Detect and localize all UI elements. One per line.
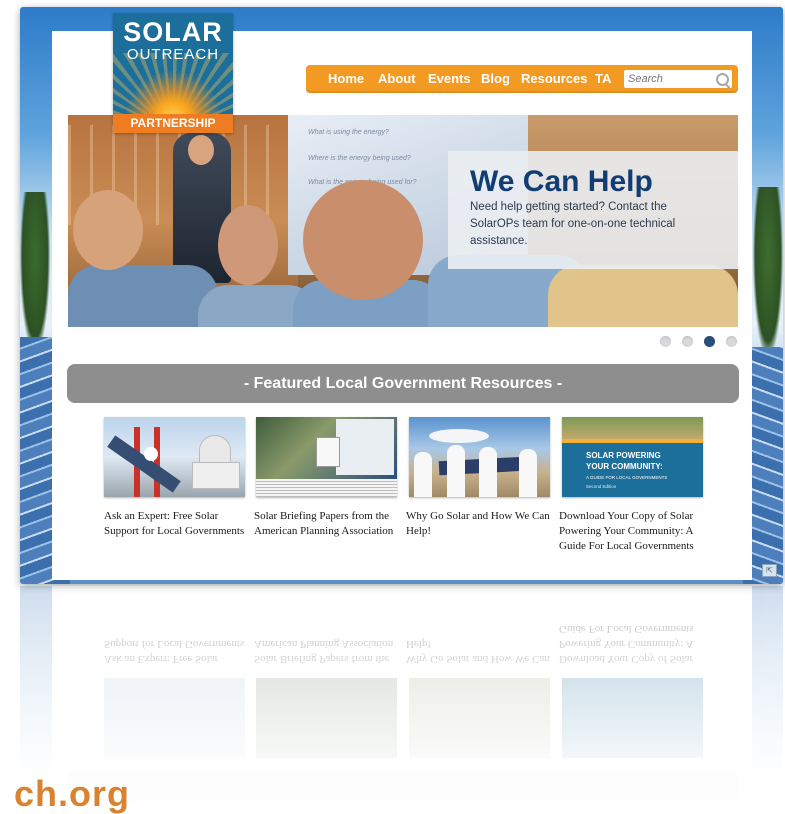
card-title-briefing-papers[interactable]: Solar Briefing Papers from the American … (254, 509, 404, 539)
cover-subtitle: A GUIDE FOR LOCAL GOVERNMENTS (586, 475, 668, 480)
document-text-lines (256, 481, 397, 497)
cover-title-2: YOUR COMMUNITY: (586, 462, 663, 471)
student-figure (414, 452, 432, 497)
document-preview (336, 419, 394, 475)
reflection-fade (20, 586, 783, 801)
slide-bullet-2: Where is the energy being used? (308, 155, 411, 162)
student-figure (519, 449, 537, 497)
student-figure (479, 447, 497, 497)
audience-head (303, 180, 423, 300)
hero-slide[interactable]: What is using the energy? Where is the e… (68, 115, 738, 327)
solar-panel-icon (107, 435, 181, 493)
audience-figure (548, 265, 738, 327)
search-input[interactable] (628, 71, 710, 87)
main-nav: Home About Events Blog Resources TA (306, 65, 738, 93)
logo-text-solar: SOLAR (123, 17, 223, 47)
search-icon[interactable] (716, 73, 729, 86)
hero-body: Need help getting started? Contact the S… (470, 201, 676, 247)
ladder-rail-icon (154, 427, 160, 497)
cover-photo-strip (562, 417, 703, 439)
logo-text-partnership: PARTNERSHIP (113, 114, 233, 133)
featured-resources-heading: - Featured Local Government Resources - (67, 364, 739, 403)
audience-head (218, 205, 278, 285)
nav-ta[interactable]: TA (595, 65, 611, 93)
page-reflection: Ask an Expert: Free Solar Support for Lo… (20, 586, 783, 801)
document-page-icon (316, 437, 340, 467)
card-title-ask-expert[interactable]: Ask an Expert: Free Solar Support for Lo… (104, 509, 254, 539)
card-image-why-go-solar[interactable] (409, 417, 550, 497)
card-image-briefing-papers[interactable] (256, 417, 397, 497)
card-image-ask-expert[interactable] (104, 417, 245, 497)
nav-about[interactable]: About (378, 65, 416, 93)
cover-edition: Second Edition (586, 484, 617, 489)
slider-dot-3[interactable] (704, 336, 715, 347)
cover-title-1: SOLAR POWERING (586, 451, 661, 460)
cloud-icon (429, 429, 489, 443)
search-box (624, 70, 732, 88)
presenter-head (188, 135, 214, 165)
audience-figure (68, 265, 218, 327)
background-trees-right (753, 187, 783, 357)
site-logo[interactable]: SOLAR OUTREACH PARTNERSHIP (113, 13, 233, 133)
logo-text-outreach: OUTREACH (126, 46, 220, 63)
background-trees-left (20, 192, 50, 352)
nav-events[interactable]: Events (428, 65, 471, 93)
student-figure (447, 445, 465, 497)
hero-callout: We Can Help Need help getting started? C… (448, 151, 738, 269)
slider-dot-1[interactable] (660, 336, 671, 347)
nav-resources[interactable]: Resources (521, 65, 587, 93)
window-resize-icon[interactable]: ⇱ (762, 564, 777, 577)
slide-bullet-1: What is using the energy? (308, 129, 389, 136)
url-fragment-text: ch.org (14, 773, 131, 814)
card-title-why-go-solar[interactable]: Why Go Solar and How We Can Help! (406, 509, 556, 539)
hardhat-icon (144, 447, 158, 461)
nav-home[interactable]: Home (328, 65, 364, 93)
audience-head (73, 190, 143, 270)
nav-blog[interactable]: Blog (481, 65, 510, 93)
card-title-guide[interactable]: Download Your Copy of Solar Powering You… (559, 509, 709, 554)
capitol-dome-icon (199, 435, 231, 465)
cover-accent-bar (562, 439, 703, 443)
card-image-guide-cover[interactable]: SOLAR POWERING YOUR COMMUNITY: A GUIDE F… (562, 417, 703, 497)
capitol-building-icon (192, 462, 240, 489)
hero-heading: We Can Help (470, 165, 653, 198)
slider-dot-4[interactable] (726, 336, 737, 347)
slider-dot-2[interactable] (682, 336, 693, 347)
